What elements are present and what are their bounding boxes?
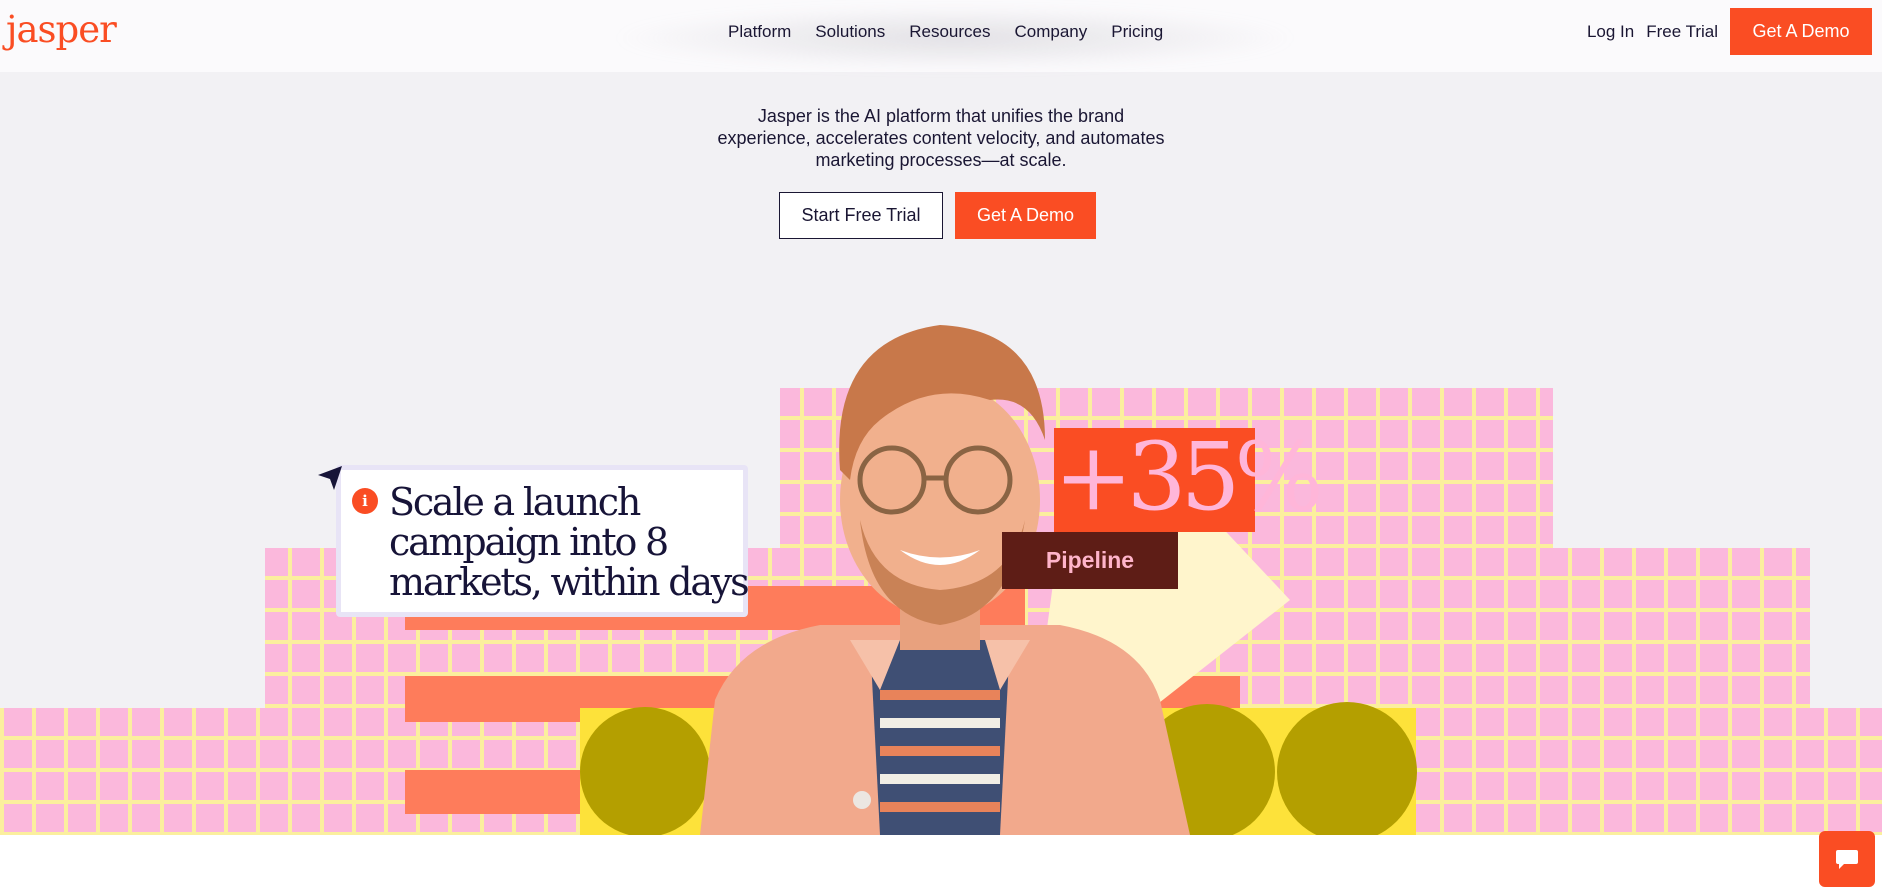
stat-value: +35% xyxy=(1054,423,1324,532)
stat-label-box: Pipeline xyxy=(1002,532,1178,589)
olive-circle-1 xyxy=(580,707,710,835)
info-icon: i xyxy=(352,488,378,514)
stat-label: Pipeline xyxy=(1045,547,1135,573)
campaign-card: i Scale a launch campaign into 8 markets… xyxy=(336,465,750,617)
stat-value-box: +35% xyxy=(1054,423,1324,532)
chat-bubble-icon xyxy=(1836,850,1858,869)
pointer-arrow-icon xyxy=(318,466,342,490)
hero-illustration xyxy=(0,325,1882,835)
next-section xyxy=(0,835,1882,894)
chat-button[interactable] xyxy=(1819,831,1875,887)
campaign-card-text: Scale a launch campaign into 8 markets, … xyxy=(389,480,750,604)
